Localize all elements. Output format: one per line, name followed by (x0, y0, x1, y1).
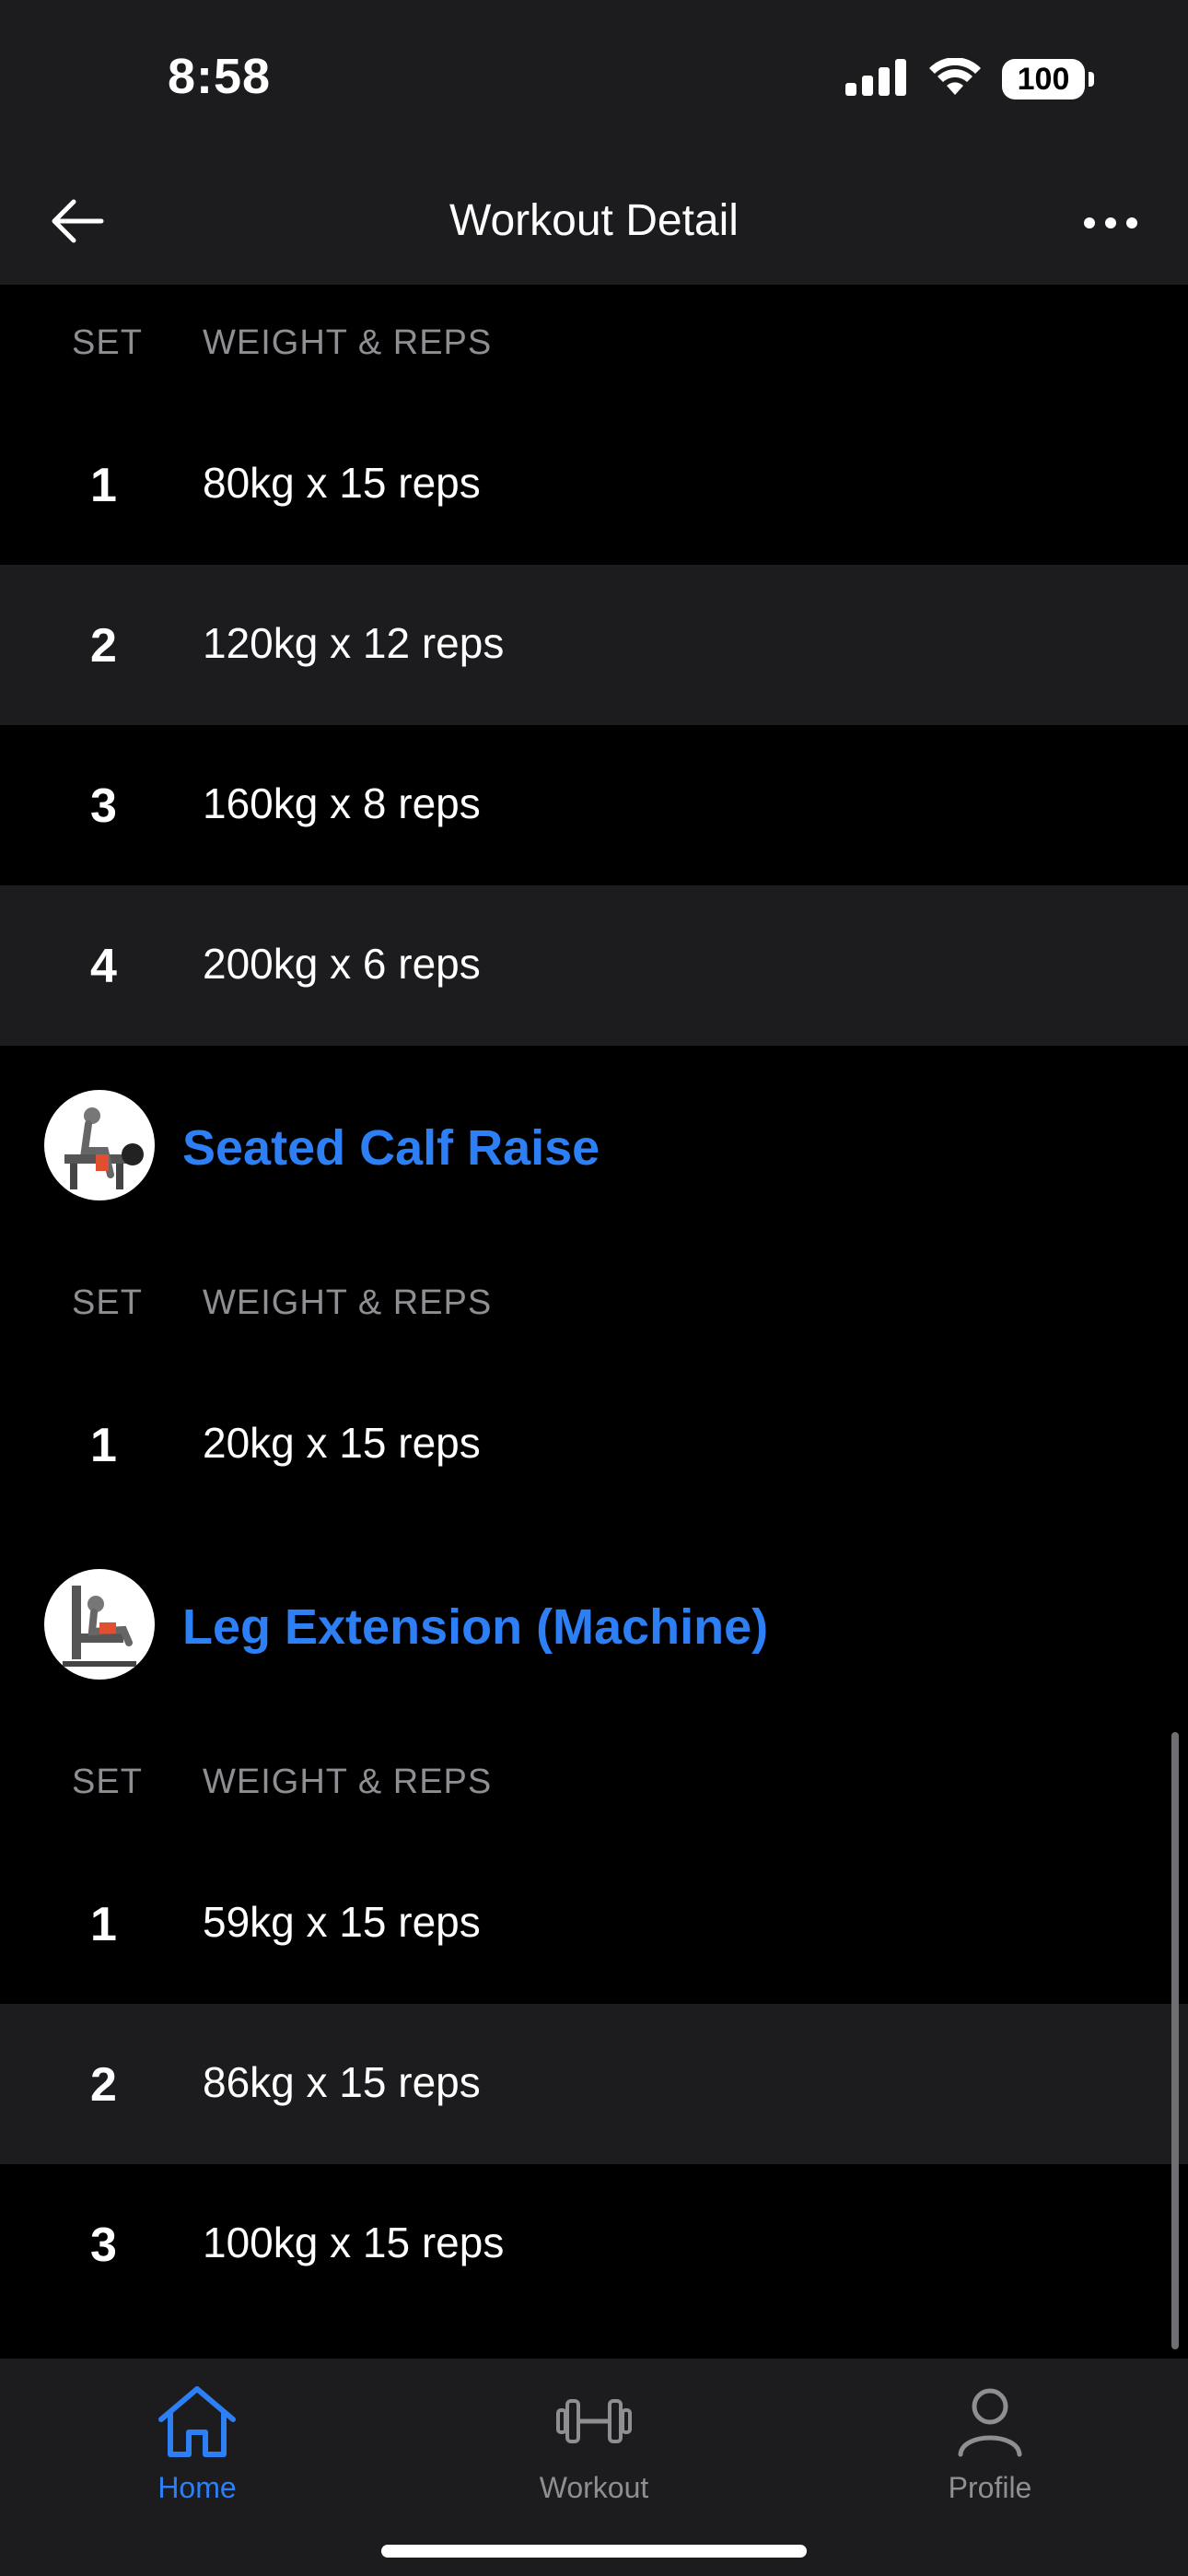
set-row: 1 59kg x 15 reps (0, 1844, 1188, 2004)
tab-workout-label: Workout (539, 2471, 649, 2504)
set-weight-reps: 200kg x 6 reps (203, 940, 481, 988)
set-number: 2 (90, 619, 117, 673)
set-number: 3 (90, 779, 117, 833)
cellular-signal-icon (845, 58, 908, 100)
column-header: SET WEIGHT & REPS (0, 1724, 1188, 1844)
home-icon (156, 2384, 239, 2463)
weight-reps-column-label: WEIGHT & REPS (203, 1283, 493, 1322)
exercise-name[interactable]: Seated Calf Raise (182, 1119, 600, 1177)
tab-profile-label: Profile (948, 2471, 1032, 2504)
weight-reps-column-label: WEIGHT & REPS (203, 1762, 493, 1801)
set-number: 4 (90, 940, 117, 993)
ellipsis-icon (1083, 217, 1138, 234)
set-number: 1 (90, 1898, 117, 1951)
column-header: SET WEIGHT & REPS (0, 285, 1188, 404)
exercise-name[interactable]: Leg Extension (Machine) (182, 1598, 768, 1656)
column-header: SET WEIGHT & REPS (0, 1245, 1188, 1364)
seated-calf-raise-illustration-icon (64, 1107, 144, 1189)
tab-workout[interactable]: Workout (502, 2377, 686, 2505)
set-weight-reps: 160kg x 8 reps (203, 779, 481, 827)
set-column-label: SET (72, 1762, 143, 1801)
wifi-icon (928, 56, 982, 101)
set-number: 1 (90, 1419, 117, 1472)
tab-bar: Home Workout Profile (0, 2359, 1188, 2576)
top-bar: 8:58 100 Workout Detail (0, 0, 1188, 285)
page-title: Workout Detail (449, 196, 739, 245)
exercise-thumbnail-seated-calf-raise (44, 1090, 155, 1200)
set-number: 1 (90, 459, 117, 512)
set-weight-reps: 86kg x 15 reps (203, 2058, 481, 2106)
set-number: 2 (90, 2058, 117, 2112)
set-row: 2 120kg x 12 reps (0, 565, 1188, 725)
exercise-thumbnail-leg-extension (44, 1569, 155, 1680)
tab-profile[interactable]: Profile (898, 2377, 1082, 2505)
set-weight-reps: 100kg x 15 reps (203, 2219, 505, 2266)
exercise-header-leg-extension[interactable]: Leg Extension (Machine) (0, 1525, 1188, 1724)
set-column-label: SET (72, 323, 143, 362)
set-weight-reps: 59kg x 15 reps (203, 1898, 481, 1946)
scrollbar[interactable] (1171, 1732, 1179, 2349)
set-row: 1 80kg x 15 reps (0, 404, 1188, 565)
set-weight-reps: 80kg x 15 reps (203, 459, 481, 507)
more-options-button[interactable] (1077, 199, 1144, 251)
battery-level: 100 (1017, 61, 1070, 97)
status-icons: 100 (845, 56, 1094, 101)
set-weight-reps: 20kg x 15 reps (203, 1419, 481, 1467)
tab-home-label: Home (157, 2471, 237, 2504)
weight-reps-column-label: WEIGHT & REPS (203, 323, 493, 362)
set-row: 3 100kg x 15 reps (0, 2164, 1188, 2324)
workout-detail-content[interactable]: SET WEIGHT & REPS 1 80kg x 15 reps 2 120… (0, 285, 1188, 2324)
set-row: 2 86kg x 15 reps (0, 2004, 1188, 2164)
home-indicator[interactable] (381, 2545, 807, 2558)
battery-icon: 100 (1002, 59, 1094, 100)
person-icon (953, 2384, 1027, 2463)
exercise-header-seated-calf-raise[interactable]: Seated Calf Raise (0, 1046, 1188, 1245)
set-row: 4 200kg x 6 reps (0, 885, 1188, 1046)
status-time: 8:58 (168, 49, 272, 104)
set-row: 1 20kg x 15 reps (0, 1364, 1188, 1525)
leg-extension-illustration-icon (63, 1586, 136, 1667)
tab-home[interactable]: Home (105, 2377, 289, 2505)
set-row: 3 160kg x 8 reps (0, 725, 1188, 885)
dumbbell-icon (554, 2394, 634, 2453)
set-number: 3 (90, 2219, 117, 2272)
set-column-label: SET (72, 1283, 143, 1322)
set-weight-reps: 120kg x 12 reps (203, 619, 505, 667)
